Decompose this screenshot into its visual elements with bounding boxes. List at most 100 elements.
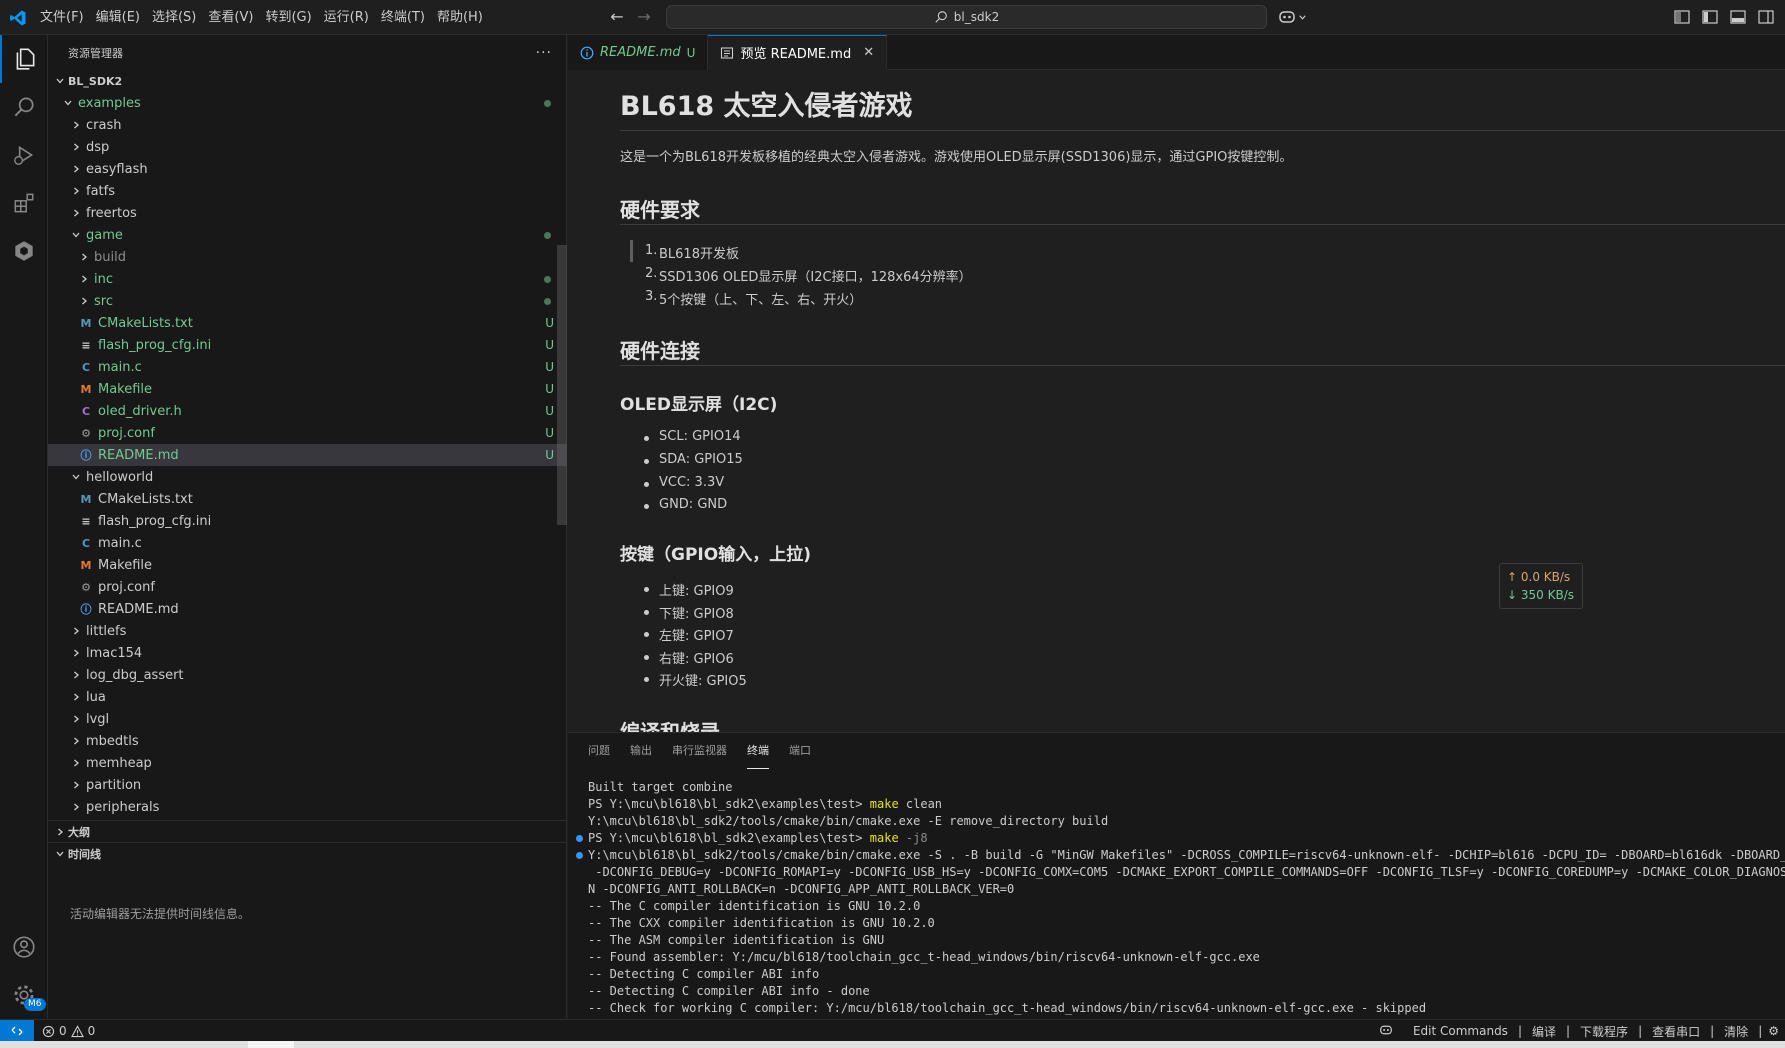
panel-tab-ports[interactable]: 端口 xyxy=(789,733,811,769)
divider xyxy=(620,224,1785,225)
close-icon[interactable]: ✕ xyxy=(863,45,874,60)
timeline-section-header[interactable]: 时间线 xyxy=(48,842,567,864)
tree-item-label: oled_driver.h xyxy=(98,403,182,419)
platformio-view-button[interactable] xyxy=(0,227,48,275)
copilot-status-icon[interactable] xyxy=(1369,1024,1403,1039)
tree-folder[interactable]: littlefs xyxy=(48,620,567,642)
menu-go[interactable]: 转到(G) xyxy=(259,6,317,30)
menu-selection[interactable]: 选择(S) xyxy=(146,6,202,30)
tree-file[interactable]: Coled_driver.h U xyxy=(48,400,567,422)
manage-settings-button[interactable]: M6 xyxy=(0,971,48,1019)
chevron-right-icon xyxy=(68,117,84,133)
list-item: VCC: 3.3V xyxy=(659,475,725,490)
modified-dot xyxy=(544,297,551,305)
tree-folder[interactable]: helloworld xyxy=(48,466,567,488)
tree-file[interactable]: ≡ flash_prog_cfg.ini xyxy=(48,510,567,532)
tree-file[interactable]: M CMakeLists.txt U xyxy=(48,312,567,334)
remote-icon xyxy=(11,1026,23,1036)
tree-folder[interactable]: mbedtls xyxy=(48,730,567,752)
problems-indicator[interactable]: 0 0 xyxy=(42,1020,95,1042)
download-speed: ↓ 350 KB/s xyxy=(1507,588,1574,602)
tree-file[interactable]: ⓘ README.md U xyxy=(48,444,567,466)
remote-indicator[interactable] xyxy=(0,1020,34,1042)
sidebar-scrollbar[interactable] xyxy=(557,245,567,525)
command-center-search[interactable]: bl_sdk2 xyxy=(666,5,1267,29)
tree-folder-examples[interactable]: examples xyxy=(48,92,567,114)
panel-tab-output[interactable]: 输出 xyxy=(630,733,652,769)
toggle-primary-sidebar-icon[interactable] xyxy=(1701,8,1719,26)
tab-readme-preview[interactable]: 预览 README.md ✕ xyxy=(708,35,888,70)
tree-folder[interactable]: lvgl xyxy=(48,708,567,730)
menu-edit[interactable]: 编辑(E) xyxy=(90,6,146,30)
run-debug-view-button[interactable] xyxy=(0,131,48,179)
tree-folder[interactable]: game xyxy=(48,224,567,246)
tree-folder[interactable]: easyflash xyxy=(48,158,567,180)
warning-count: 0 xyxy=(87,1024,96,1038)
status-gear-icon[interactable]: ⚙ xyxy=(1762,1024,1785,1038)
panel-tab-problems[interactable]: 问题 xyxy=(588,733,610,769)
warning-icon xyxy=(70,1024,84,1037)
copilot-button[interactable] xyxy=(1278,7,1310,27)
customize-layout-icon[interactable] xyxy=(1673,8,1691,26)
tree-folder[interactable]: peripherals xyxy=(48,796,567,818)
extensions-view-button[interactable] xyxy=(0,179,48,227)
more-actions-icon[interactable]: ··· xyxy=(536,45,552,61)
menu-help[interactable]: 帮助(H) xyxy=(431,6,489,30)
tree-folder[interactable]: lua xyxy=(48,686,567,708)
tree-file[interactable]: Cmain.c U xyxy=(48,356,567,378)
tree-file[interactable]: M Makefile U xyxy=(48,378,567,400)
menu-file[interactable]: 文件(F) xyxy=(34,6,90,30)
chevron-right-icon xyxy=(68,161,84,177)
cmake-icon: M xyxy=(80,316,92,330)
tree-folder[interactable]: freertos xyxy=(48,202,567,224)
clean-button[interactable]: 清除 xyxy=(1714,1023,1758,1040)
tree-file[interactable]: ⚙ proj.conf xyxy=(48,576,567,598)
tree-folder[interactable]: build xyxy=(48,246,567,268)
menu-terminal[interactable]: 终端(T) xyxy=(375,6,431,30)
tree-item-label: proj.conf xyxy=(98,579,155,595)
workspace-root[interactable]: BL_SDK2 xyxy=(48,70,567,92)
back-arrow-icon[interactable]: ← xyxy=(608,8,626,26)
error-count: 0 xyxy=(59,1024,67,1038)
tree-file[interactable]: M CMakeLists.txt xyxy=(48,488,567,510)
tree-folder[interactable]: log_dbg_assert xyxy=(48,664,567,686)
status-bar: 0 0 Edit Commands | 编译 | 下载程序 | 查看串口 | 清… xyxy=(0,1019,1785,1042)
bullet xyxy=(644,610,649,615)
tree-file[interactable]: ≡ flash_prog_cfg.ini U xyxy=(48,334,567,356)
tree-item-label: flash_prog_cfg.ini xyxy=(98,337,212,353)
accounts-button[interactable] xyxy=(0,923,48,971)
panel-tab-serial-monitor[interactable]: 串行监视器 xyxy=(672,733,727,769)
cmake-icon: M xyxy=(80,492,92,506)
edit-commands-button[interactable]: Edit Commands xyxy=(1403,1024,1518,1038)
list-item: SCL: GPIO14 xyxy=(659,429,741,444)
toggle-secondary-sidebar-icon[interactable] xyxy=(1757,8,1775,26)
flash-button[interactable]: 下载程序 xyxy=(1570,1023,1638,1040)
tab-readme-source[interactable]: README.md U xyxy=(568,35,709,70)
tree-file[interactable]: M Makefile xyxy=(48,554,567,576)
tree-file[interactable]: ⚙ proj.conf U xyxy=(48,422,567,444)
tree-folder[interactable]: fatfs xyxy=(48,180,567,202)
tree-folder[interactable]: partition xyxy=(48,774,567,796)
panel-tab-terminal[interactable]: 终端 xyxy=(747,733,769,769)
toggle-panel-icon[interactable] xyxy=(1729,8,1747,26)
tree-file[interactable]: Cmain.c xyxy=(48,532,567,554)
terminal-output[interactable]: Built target combine PS Y:\mcu\bl618\bl_s… xyxy=(576,779,1785,1017)
search-view-button[interactable] xyxy=(0,83,48,131)
outline-section-header[interactable]: 大纲 xyxy=(48,820,567,842)
menu-view[interactable]: 查看(V) xyxy=(202,6,259,30)
tree-file[interactable]: ⓘ README.md xyxy=(48,598,567,620)
tree-folder[interactable]: inc xyxy=(48,268,567,290)
tree-folder[interactable]: memheap xyxy=(48,752,567,774)
serial-monitor-button[interactable]: 查看串口 xyxy=(1642,1023,1710,1040)
tree-folder[interactable]: lmac154 xyxy=(48,642,567,664)
tree-item-label: README.md xyxy=(98,601,179,617)
forward-arrow-icon[interactable]: → xyxy=(635,8,653,26)
tree-folder[interactable]: crash xyxy=(48,114,567,136)
c-file-icon: C xyxy=(81,536,91,550)
tree-folder[interactable]: dsp xyxy=(48,136,567,158)
menu-run[interactable]: 运行(R) xyxy=(318,6,375,30)
explorer-view-button[interactable] xyxy=(0,35,48,83)
makefile-icon: M xyxy=(80,382,92,396)
tree-folder[interactable]: src xyxy=(48,290,567,312)
build-button[interactable]: 编译 xyxy=(1522,1023,1566,1040)
